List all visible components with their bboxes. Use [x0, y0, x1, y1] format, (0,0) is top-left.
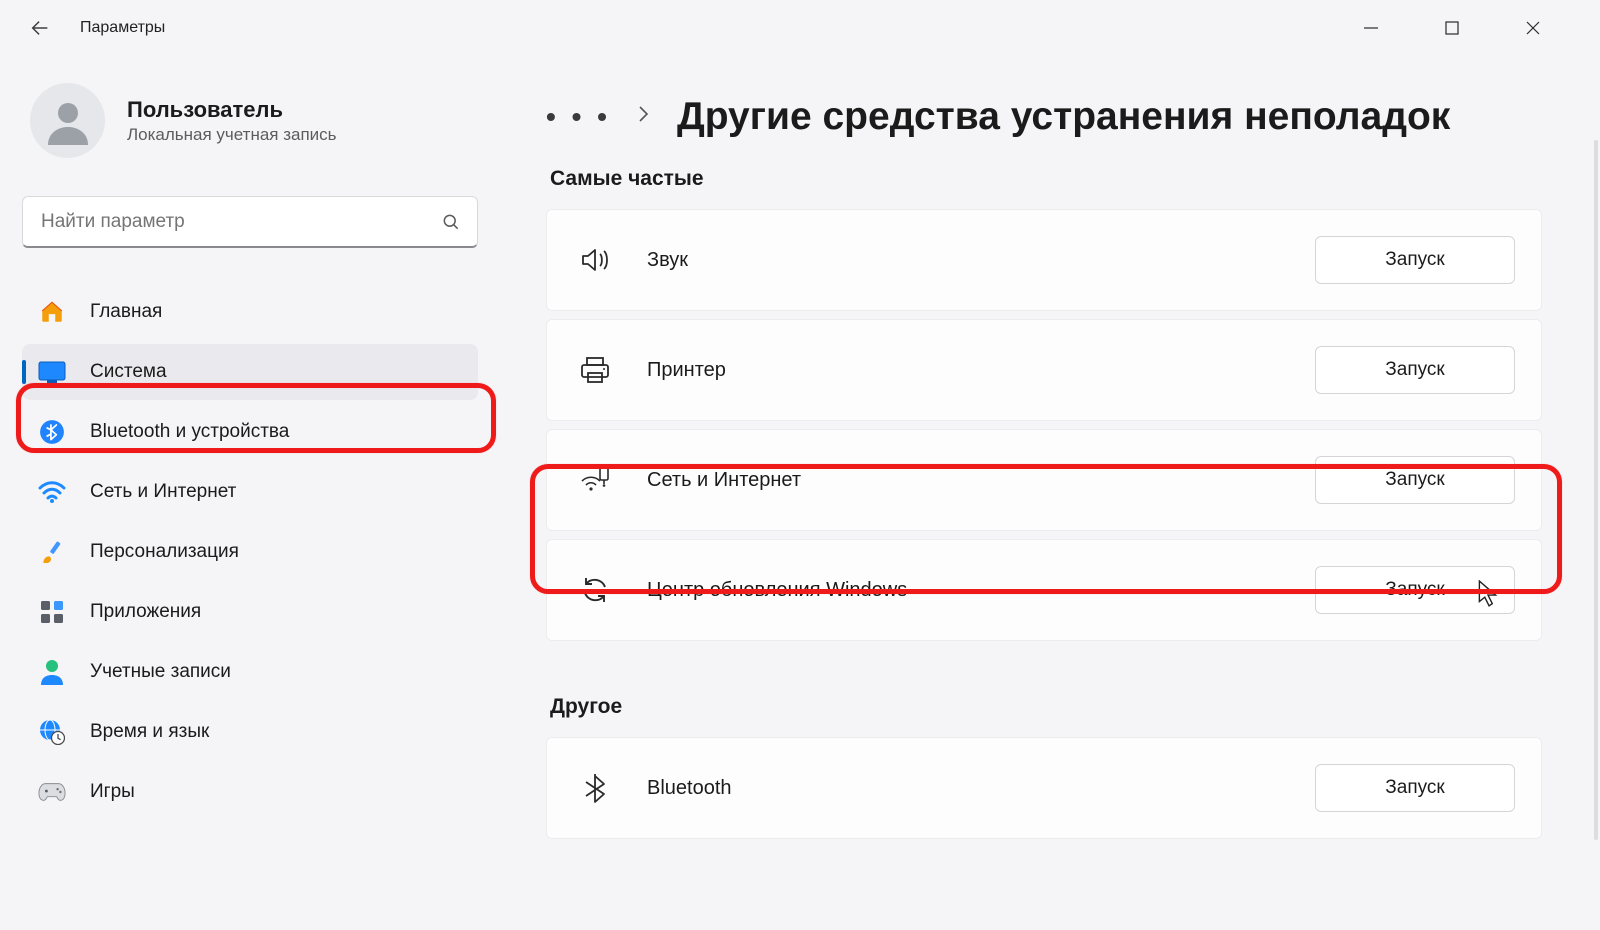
speaker-icon — [577, 242, 613, 278]
sidebar-item-label: Игры — [90, 781, 135, 803]
run-button-bluetooth[interactable]: Запуск — [1315, 764, 1515, 812]
maximize-icon — [1445, 21, 1459, 35]
sidebar-item-label: Сеть и Интернет — [90, 481, 236, 503]
wifi-icon — [38, 478, 66, 506]
close-icon — [1525, 20, 1541, 36]
run-button-network[interactable]: Запуск — [1315, 456, 1515, 504]
section-title-other: Другое — [550, 695, 1566, 719]
sidebar-item-bluetooth[interactable]: Bluetooth и устройства — [22, 404, 478, 460]
window-controls — [1343, 8, 1590, 48]
search-icon — [441, 212, 461, 232]
sidebar-item-personalization[interactable]: Персонализация — [22, 524, 478, 580]
user-card[interactable]: Пользователь Локальная учетная запись — [22, 73, 478, 182]
page-title: Другие средства устранения неполадок — [677, 95, 1450, 139]
card-label: Центр обновления Windows — [647, 579, 1315, 602]
sidebar-item-time[interactable]: Время и язык — [22, 704, 478, 760]
avatar-icon — [44, 97, 92, 145]
card-update[interactable]: Центр обновления Windows Запуск — [546, 539, 1542, 641]
sidebar-item-label: Учетные записи — [90, 661, 231, 683]
nav: Главная Система Bluetooth и устройства С… — [22, 284, 478, 820]
sidebar: Пользователь Локальная учетная запись Гл… — [0, 55, 500, 930]
user-name: Пользователь — [127, 97, 337, 123]
sidebar-item-system[interactable]: Система — [22, 344, 478, 400]
card-label: Bluetooth — [647, 777, 1315, 800]
user-subtitle: Локальная учетная запись — [127, 125, 337, 145]
chevron-right-icon — [637, 104, 651, 130]
card-audio[interactable]: Звук Запуск — [546, 209, 1542, 311]
gamepad-icon — [38, 778, 66, 806]
maximize-button[interactable] — [1424, 8, 1479, 48]
card-label: Принтер — [647, 359, 1315, 382]
back-arrow-icon — [29, 17, 51, 39]
card-printer[interactable]: Принтер Запуск — [546, 319, 1542, 421]
system-icon — [38, 358, 66, 386]
card-network[interactable]: Сеть и Интернет Запуск — [546, 429, 1542, 531]
app-title: Параметры — [80, 19, 165, 37]
bluetooth-icon — [38, 418, 66, 446]
account-icon — [38, 658, 66, 686]
avatar — [30, 83, 105, 158]
card-label: Сеть и Интернет — [647, 469, 1315, 492]
run-button-printer[interactable]: Запуск — [1315, 346, 1515, 394]
back-button[interactable] — [20, 8, 60, 48]
sidebar-item-network[interactable]: Сеть и Интернет — [22, 464, 478, 520]
globe-clock-icon — [38, 718, 66, 746]
network-icon — [577, 462, 613, 498]
card-bluetooth[interactable]: Bluetooth Запуск — [546, 737, 1542, 839]
title-bar: Параметры — [0, 0, 1600, 55]
sidebar-item-label: Приложения — [90, 601, 201, 623]
close-button[interactable] — [1505, 8, 1560, 48]
sidebar-item-label: Система — [90, 361, 167, 383]
main-content: • • • Другие средства устранения неполад… — [500, 55, 1600, 930]
breadcrumb: • • • Другие средства устранения неполад… — [546, 95, 1570, 139]
sidebar-item-apps[interactable]: Приложения — [22, 584, 478, 640]
home-icon — [38, 298, 66, 326]
sidebar-item-label: Время и язык — [90, 721, 209, 743]
sidebar-item-gaming[interactable]: Игры — [22, 764, 478, 820]
minimize-icon — [1363, 20, 1379, 36]
cards-other: Bluetooth Запуск — [546, 737, 1570, 839]
sidebar-item-home[interactable]: Главная — [22, 284, 478, 340]
search-input[interactable] — [39, 210, 441, 234]
cards-frequent: Звук Запуск Принтер Запуск — [546, 209, 1570, 641]
breadcrumb-ellipsis[interactable]: • • • — [546, 109, 611, 126]
paintbrush-icon — [38, 538, 66, 566]
sidebar-item-label: Bluetooth и устройства — [90, 421, 289, 443]
sidebar-item-label: Персонализация — [90, 541, 239, 563]
refresh-icon — [577, 572, 613, 608]
minimize-button[interactable] — [1343, 8, 1398, 48]
apps-icon — [38, 598, 66, 626]
search-box[interactable] — [22, 196, 478, 248]
sidebar-item-label: Главная — [90, 301, 162, 323]
run-button-update[interactable]: Запуск — [1315, 566, 1515, 614]
scrollbar[interactable] — [1594, 140, 1598, 840]
card-label: Звук — [647, 249, 1315, 272]
sidebar-item-accounts[interactable]: Учетные записи — [22, 644, 478, 700]
bluetooth-icon — [577, 770, 613, 806]
section-title-frequent: Самые частые — [550, 167, 1566, 191]
printer-icon — [577, 352, 613, 388]
run-button-audio[interactable]: Запуск — [1315, 236, 1515, 284]
